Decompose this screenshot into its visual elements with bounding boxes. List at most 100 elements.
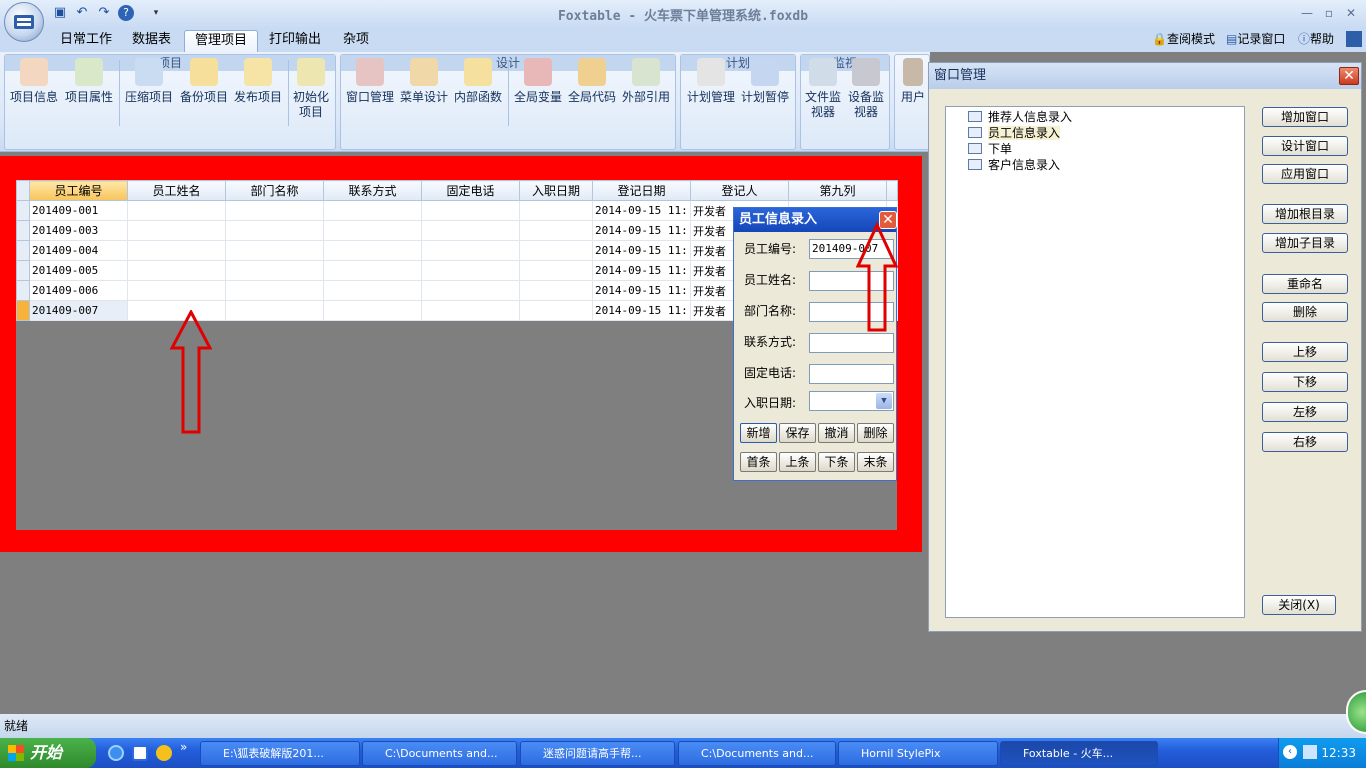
table-cell[interactable] xyxy=(127,220,226,241)
help-button[interactable]: ⓘ帮助 xyxy=(1298,31,1334,47)
column-header[interactable]: 员工姓名 xyxy=(127,180,226,201)
table-cell[interactable]: 201409-004 xyxy=(29,240,128,261)
table-cell[interactable] xyxy=(519,220,593,241)
table-cell[interactable]: 2014-09-15 11: xyxy=(592,240,691,261)
column-header[interactable]: 固定电话 xyxy=(421,180,520,201)
tree-item-selected[interactable]: 员工信息录入 xyxy=(968,125,1061,141)
chevron-down-icon[interactable]: ▼ xyxy=(876,393,892,409)
table-cell[interactable] xyxy=(225,280,324,301)
next-record-button[interactable]: 下条 xyxy=(818,452,855,472)
table-cell[interactable] xyxy=(519,300,593,321)
network-icon[interactable] xyxy=(1303,745,1317,759)
row-header[interactable] xyxy=(16,200,30,221)
taskbar-item-active[interactable]: Foxtable - 火车... xyxy=(1000,741,1158,766)
row-header[interactable] xyxy=(16,260,30,281)
rename-button[interactable]: 重命名 xyxy=(1262,274,1348,294)
save-button[interactable]: 保存 xyxy=(779,423,816,443)
taskbar-item[interactable]: C:\Documents and... xyxy=(362,741,517,766)
maximize-button[interactable]: ▫ xyxy=(1318,4,1340,22)
column-header[interactable]: 登记人 xyxy=(690,180,789,201)
delete-button[interactable]: 删除 xyxy=(857,423,894,443)
table-cell[interactable] xyxy=(127,200,226,221)
record-window-button[interactable]: ▤记录窗口 xyxy=(1226,31,1285,47)
compress-project-button[interactable]: 压缩项目 xyxy=(122,58,176,105)
plan-manage-button[interactable]: 计划管理 xyxy=(684,58,738,105)
column-header[interactable] xyxy=(886,180,898,201)
apply-window-button[interactable]: 应用窗口 xyxy=(1262,164,1348,184)
row-header[interactable] xyxy=(16,280,30,301)
table-cell[interactable] xyxy=(225,260,324,281)
table-cell[interactable] xyxy=(323,200,422,221)
window-tree[interactable]: 推荐人信息录入 员工信息录入 下单 客户信息录入 xyxy=(945,106,1245,618)
table-cell[interactable] xyxy=(421,300,520,321)
join-date-select[interactable]: ▼ xyxy=(809,391,894,411)
column-header[interactable]: 员工编号 xyxy=(29,180,128,201)
column-header[interactable]: 联系方式 xyxy=(323,180,422,201)
delete-window-button[interactable]: 删除 xyxy=(1262,302,1348,322)
table-cell[interactable] xyxy=(519,260,593,281)
project-properties-button[interactable]: 项目属性 xyxy=(62,58,116,105)
row-header[interactable] xyxy=(16,300,30,321)
first-record-button[interactable]: 首条 xyxy=(740,452,777,472)
table-cell[interactable] xyxy=(127,260,226,281)
ie-icon[interactable] xyxy=(108,745,124,761)
table-cell[interactable]: 2014-09-15 11: xyxy=(592,280,691,301)
taskbar-item[interactable]: C:\Documents and... xyxy=(678,741,836,766)
taskbar-item[interactable]: 迷惑问题请高手帮... xyxy=(520,741,675,766)
plan-pause-button[interactable]: 计划暂停 xyxy=(738,58,792,105)
menu-design-button[interactable]: 菜单设计 xyxy=(398,58,450,105)
table-cell[interactable]: 201409-001 xyxy=(29,200,128,221)
taskbar-item[interactable]: Hornil StylePix xyxy=(838,741,998,766)
column-header[interactable]: 第九列 xyxy=(788,180,887,201)
table-cell[interactable] xyxy=(421,220,520,241)
table-cell[interactable] xyxy=(127,280,226,301)
publish-project-button[interactable]: 发布项目 xyxy=(231,58,285,105)
tab-misc[interactable]: 杂项 xyxy=(333,30,379,52)
table-cell[interactable] xyxy=(323,240,422,261)
table-cell[interactable] xyxy=(127,240,226,261)
table-cell[interactable] xyxy=(323,260,422,281)
tab-data-table[interactable]: 数据表 xyxy=(122,30,181,52)
tree-item[interactable]: 推荐人信息录入 xyxy=(968,109,1072,125)
tab-daily-work[interactable]: 日常工作 xyxy=(50,30,122,52)
row-header[interactable] xyxy=(16,240,30,261)
column-header[interactable]: 入职日期 xyxy=(519,180,593,201)
external-reference-button[interactable]: 外部引用 xyxy=(620,58,672,105)
new-button[interactable]: 新增 xyxy=(740,423,777,443)
tree-item[interactable]: 下单 xyxy=(968,141,1012,157)
add-root-dir-button[interactable]: 增加根目录 xyxy=(1262,204,1348,224)
undo-button[interactable]: 撤消 xyxy=(818,423,855,443)
table-cell[interactable] xyxy=(225,240,324,261)
tree-item[interactable]: 客户信息录入 xyxy=(968,157,1060,173)
last-record-button[interactable]: 末条 xyxy=(857,452,894,472)
table-cell[interactable]: 2014-09-15 11: xyxy=(592,260,691,281)
move-up-button[interactable]: 上移 xyxy=(1262,342,1348,362)
column-header[interactable]: 部门名称 xyxy=(225,180,324,201)
extra-icon[interactable] xyxy=(1346,31,1362,47)
add-window-button[interactable]: 增加窗口 xyxy=(1262,107,1348,127)
taskbar-item[interactable]: E:\狐表破解版201... xyxy=(200,741,360,766)
table-cell[interactable] xyxy=(519,240,593,261)
table-cell[interactable]: 2014-09-15 11: xyxy=(592,200,691,221)
global-variable-button[interactable]: 全局变量 xyxy=(511,58,565,105)
add-sub-dir-button[interactable]: 增加子目录 xyxy=(1262,233,1348,253)
window-manager-close-button[interactable]: ✕ xyxy=(1339,67,1359,85)
init-project-button[interactable]: 初始化项目 xyxy=(290,58,332,120)
device-monitor-button[interactable]: 设备监视器 xyxy=(845,58,887,120)
backup-project-button[interactable]: 备份项目 xyxy=(177,58,231,105)
tab-manage-project[interactable]: 管理项目 xyxy=(184,30,259,52)
read-mode-button[interactable]: 🔒查阅模式 xyxy=(1152,31,1215,47)
table-cell[interactable] xyxy=(421,200,520,221)
table-cell[interactable] xyxy=(323,280,422,301)
table-cell[interactable]: 201409-005 xyxy=(29,260,128,281)
tab-print-output[interactable]: 打印输出 xyxy=(259,30,331,52)
table-cell[interactable]: 201409-003 xyxy=(29,220,128,241)
table-cell[interactable] xyxy=(421,240,520,261)
global-code-button[interactable]: 全局代码 xyxy=(566,58,618,105)
design-window-button[interactable]: 设计窗口 xyxy=(1262,136,1348,156)
app-menu-button[interactable] xyxy=(4,2,44,42)
table-cell[interactable] xyxy=(519,280,593,301)
table-cell[interactable] xyxy=(225,300,324,321)
close-window-button[interactable]: ✕ xyxy=(1340,4,1362,22)
table-cell[interactable] xyxy=(225,200,324,221)
